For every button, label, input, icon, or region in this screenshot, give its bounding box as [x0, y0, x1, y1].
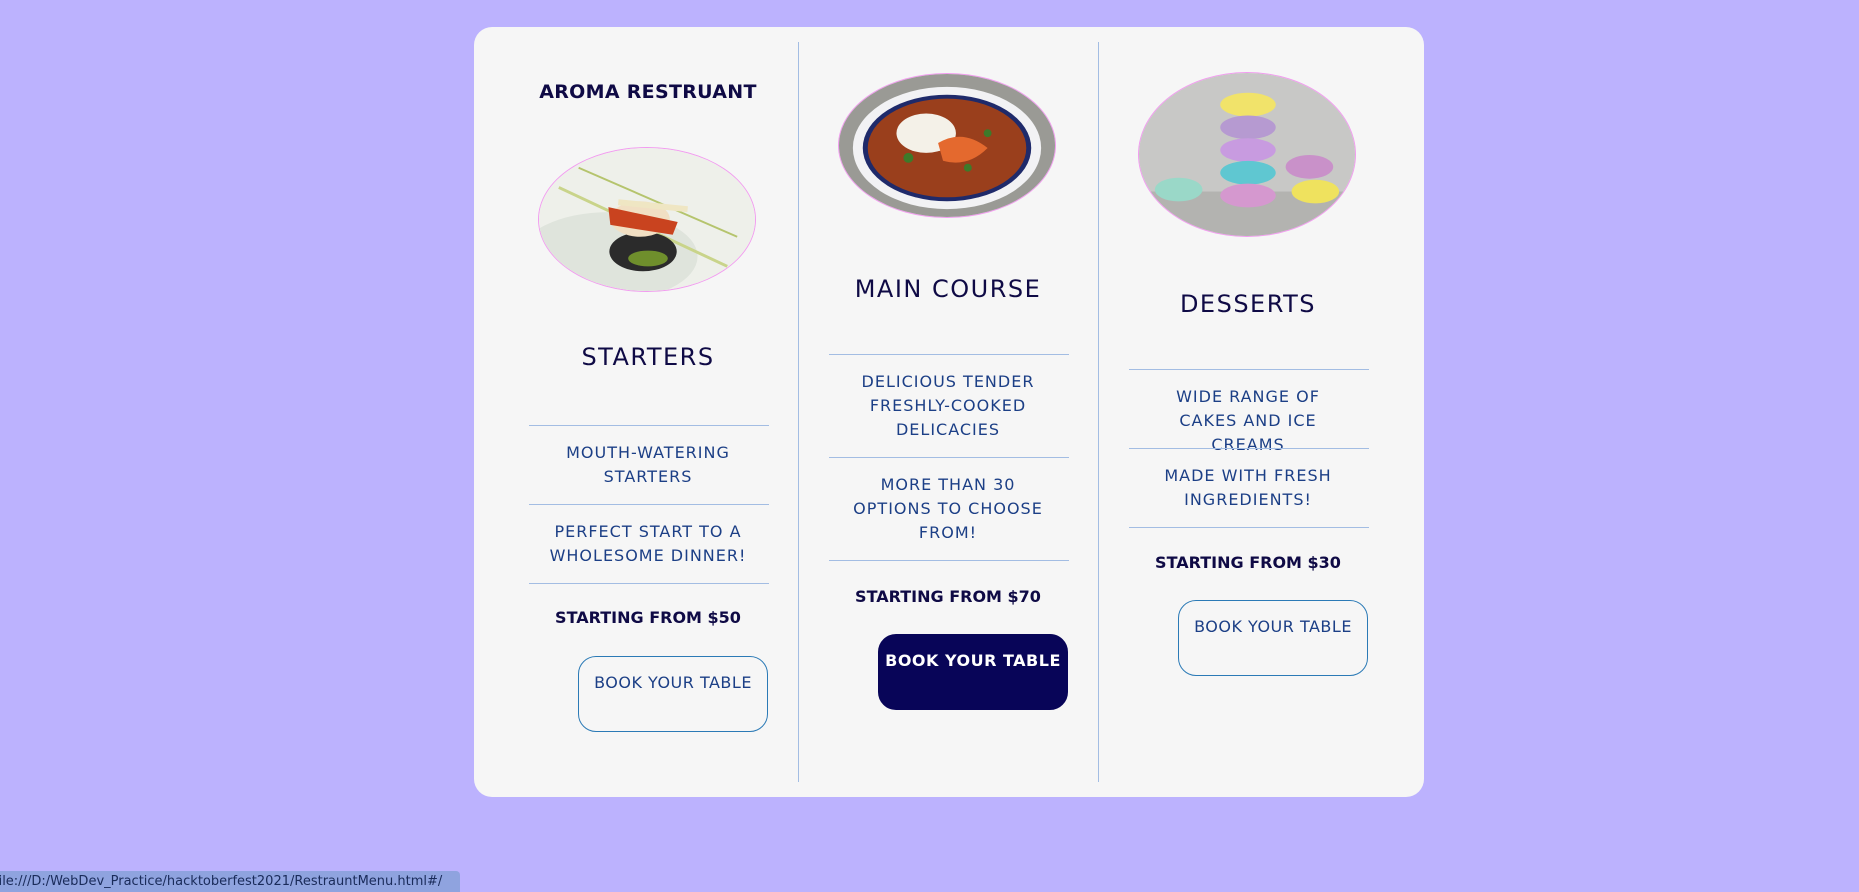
- section-heading: STARTERS: [581, 343, 715, 371]
- feature-text: MADE WITH FRESH INGREDIENTS!: [1164, 466, 1332, 509]
- section-heading: DESSERTS: [1179, 290, 1317, 318]
- divider: [1129, 527, 1369, 528]
- divider: [829, 560, 1069, 561]
- divider: [829, 457, 1069, 458]
- starters-image: [538, 147, 756, 292]
- feature-text: PERFECT START TO A WHOLESOME DINNER!: [549, 522, 747, 565]
- feature-text: WIDE RANGE OF CAKES AND ICE CREAMS: [1176, 387, 1320, 454]
- feature-text: DELICIOUS TENDER FRESHLY-COOKED DELICACI…: [861, 372, 1035, 439]
- main-course-image: [838, 73, 1056, 218]
- price-text: STARTING FROM $70: [855, 587, 1041, 606]
- section-heading: MAIN COURSE: [854, 275, 1042, 303]
- restaurant-name: AROMA RESTRUANT: [539, 81, 757, 103]
- feature-text: MOUTH-WATERING STARTERS: [566, 443, 730, 486]
- book-table-button[interactable]: BOOK YOUR TABLE: [578, 656, 768, 732]
- menu-column-desserts: DESSERTS WIDE RANGE OF CAKES AND ICE CRE…: [1098, 27, 1398, 797]
- divider: [529, 504, 769, 505]
- divider: [829, 354, 1069, 355]
- menu-column-main-course: MAIN COURSE DELICIOUS TENDER FRESHLY-COO…: [798, 27, 1098, 797]
- feature-text: MORE THAN 30 OPTIONS TO CHOOSE FROM!: [853, 475, 1043, 542]
- menu-card: AROMA RESTRUANT STARTERS MOUTH-WATERING …: [474, 27, 1424, 797]
- browser-status-bar: file:///D:/WebDev_Practice/hacktoberfest…: [0, 871, 460, 892]
- divider: [1129, 369, 1369, 370]
- divider: [1129, 448, 1369, 449]
- price-text: STARTING FROM $50: [555, 608, 741, 627]
- price-text: STARTING FROM $30: [1155, 553, 1341, 572]
- divider: [529, 583, 769, 584]
- divider: [529, 425, 769, 426]
- status-url: file:///D:/WebDev_Practice/hacktoberfest…: [0, 874, 443, 889]
- book-table-button[interactable]: BOOK YOUR TABLE: [878, 634, 1068, 710]
- menu-column-starters: AROMA RESTRUANT STARTERS MOUTH-WATERING …: [498, 27, 798, 797]
- desserts-image: [1138, 72, 1356, 237]
- book-table-button[interactable]: BOOK YOUR TABLE: [1178, 600, 1368, 676]
